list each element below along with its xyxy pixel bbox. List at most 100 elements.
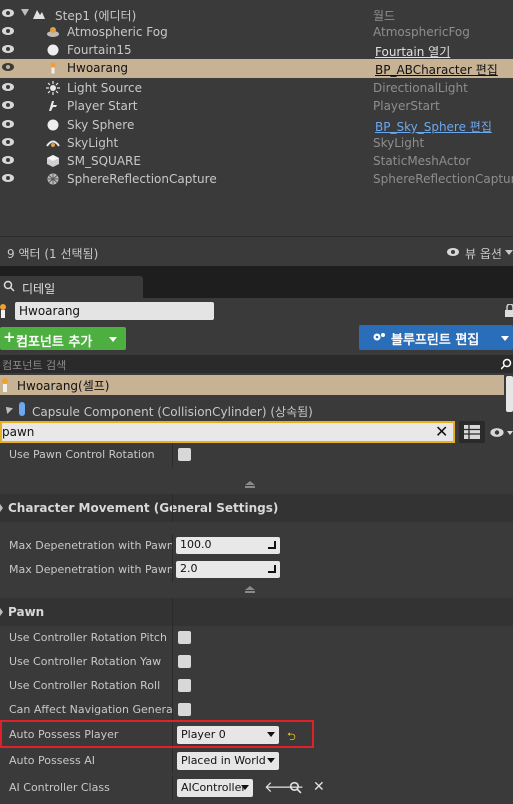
prop-label: Use Controller Rotation Roll [9,679,161,692]
prop-ai-controller-class: AI Controller Class AIController 🡐 ✕ [0,776,513,800]
use-ctrl-roll-checkbox[interactable] [178,679,191,692]
prop-use-controller-rotation-pitch: Use Controller Rotation Pitch [0,626,513,650]
prop-label: Max Depenetration with Pawn [9,539,172,552]
resize-arrows-icon[interactable] [268,541,276,549]
eye-icon[interactable] [2,155,14,165]
outliner-row-world[interactable]: Step1 (에디터) 월드 [0,5,513,23]
section-character-movement[interactable]: Character Movement (General Settings) [0,494,513,522]
column-divider [172,698,173,722]
view-options-button[interactable]: 뷰 옵션 [465,245,502,262]
chevron-down-icon[interactable] [507,431,513,435]
component-self-row[interactable]: Hwoarang(셀프) [0,375,504,395]
resize-arrows-icon[interactable] [268,565,276,573]
eye-icon[interactable] [489,427,505,438]
collapse-bar[interactable] [0,479,513,491]
chevron-down-icon [505,250,513,255]
outliner-row-skylight[interactable]: SkyLight SkyLight [0,134,513,152]
outliner-row-player-start[interactable]: Player Start PlayerStart [0,97,513,115]
eye-icon[interactable] [2,26,14,36]
search-icon[interactable] [289,781,302,794]
outliner-type-link[interactable]: Fourtain 열기 [375,43,450,60]
pawn-icon [50,62,56,74]
outliner-row-sky-sphere[interactable]: Sky Sphere BP_Sky_Sphere 편집 [0,116,513,134]
eye-icon[interactable] [2,44,14,54]
prop-auto-possess-ai: Auto Possess AI Placed in World [0,749,513,773]
gear-icon [373,333,385,341]
section-title: Pawn [8,605,45,619]
pawn-icon [0,304,6,318]
collapse-triangle-icon [0,608,3,616]
use-ctrl-yaw-checkbox[interactable] [178,655,191,668]
search-icon [501,358,512,370]
eye-icon[interactable] [2,62,14,72]
eye-icon[interactable] [2,82,14,92]
table-icon [464,425,480,439]
prop-use-pawn-control-rotation: Use Pawn Control Rotation [0,443,513,467]
actor-count: 9 액터 (1 선택됨) [7,247,99,261]
edit-blueprint-label: 블루프린트 편집 [391,333,480,348]
expand-triangle-icon[interactable] [3,404,13,414]
prop-use-controller-rotation-yaw: Use Controller Rotation Yaw [0,650,513,674]
column-divider [172,443,173,467]
tab-details-label: 디테일 [22,282,56,296]
edit-blueprint-button[interactable]: 블루프린트 편집 [359,325,513,350]
outliner-row-atmospheric-fog[interactable]: Atmospheric Fog AtmosphericFog [0,23,513,41]
close-icon[interactable]: ✕ [435,422,448,441]
eye-icon[interactable] [446,247,460,257]
lock-icon[interactable] [505,304,513,318]
component-tree-scrollbar[interactable] [506,376,513,412]
eye-icon[interactable] [2,173,14,183]
outliner-row-light-source[interactable]: Light Source DirectionalLight [0,79,513,97]
eye-icon[interactable] [2,8,14,18]
column-divider [172,558,173,582]
component-capsule-row[interactable]: Capsule Component (CollisionCylinder) (상… [0,400,504,419]
chevron-down-icon [109,337,117,342]
collapse-bar[interactable] [0,584,513,596]
outliner-type: PlayerStart [373,99,440,113]
use-pawn-control-rotation-checkbox[interactable] [178,448,191,461]
property-matrix-button[interactable] [459,421,485,443]
outliner-type-link[interactable]: BP_ABCharacter 편집 [375,61,498,78]
close-icon[interactable]: ✕ [313,779,325,795]
outliner-type: AtmosphericFog [373,25,470,39]
outliner-name: Fourtain15 [67,43,132,57]
outliner-row-fourtain15[interactable]: Fourtain15 Fourtain 열기 [0,41,513,59]
skylight-icon [46,140,60,147]
outliner-name: SkyLight [67,136,119,150]
prop-max-depenetration-with-pawn: Max Depenetration with Pawn 100.0 [0,534,513,558]
add-component-button[interactable]: + 컴포넌트 추가 [0,327,126,350]
outliner-row-sm-square[interactable]: SM_SQUARE StaticMeshActor [0,152,513,170]
outliner-row-hwoarang[interactable]: Hwoarang BP_ABCharacter 편집 [0,59,513,78]
outliner-type: StaticMeshActor [373,154,471,168]
expand-triangle-icon[interactable] [21,9,29,16]
tab-details[interactable]: 디테일 [0,276,143,298]
prop-use-controller-rotation-roll: Use Controller Rotation Roll [0,674,513,698]
chevron-down-icon [241,785,249,790]
prop-label: Can Affect Navigation Generation [9,703,172,716]
auto-possess-ai-dropdown[interactable]: Placed in World [177,752,279,770]
pawn-icon [2,378,8,392]
eye-icon[interactable] [2,119,14,129]
ai-controller-class-dropdown[interactable]: AIController [177,779,253,797]
details-filter-input[interactable]: pawn ✕ [0,421,455,443]
eye-icon[interactable] [2,100,14,110]
can-affect-nav-checkbox[interactable] [178,703,191,716]
section-pawn[interactable]: Pawn [0,598,513,626]
collapse-up-icon [245,586,255,590]
component-capsule-label: Capsule Component (CollisionCylinder) (상… [32,405,313,419]
column-divider [172,598,173,626]
outliner-type: 월드 [373,9,396,23]
actor-name-field[interactable]: Hwoarang [15,302,214,320]
max-depen-pawn-input[interactable]: 100.0 [176,537,280,554]
sphere-icon [47,44,59,56]
eye-icon[interactable] [2,137,14,147]
world-outliner: Step1 (에디터) 월드 Atmospheric Fog Atmospher… [0,0,513,236]
fog-icon [47,27,59,37]
outliner-row-sphere-reflection[interactable]: SphereReflectionCapture SphereReflection… [0,170,513,188]
outliner-type-link[interactable]: BP_Sky_Sphere 편집 [375,118,492,135]
max-depen-pawn-as-input[interactable]: 2.0 [176,561,280,578]
max-depen-pawn-value: 100.0 [180,538,212,551]
use-ctrl-pitch-checkbox[interactable] [178,631,191,644]
outliner-footer: 9 액터 (1 선택됨) 뷰 옵션 [0,236,513,266]
component-search-input[interactable]: 컴포넌트 검색 [0,355,513,373]
